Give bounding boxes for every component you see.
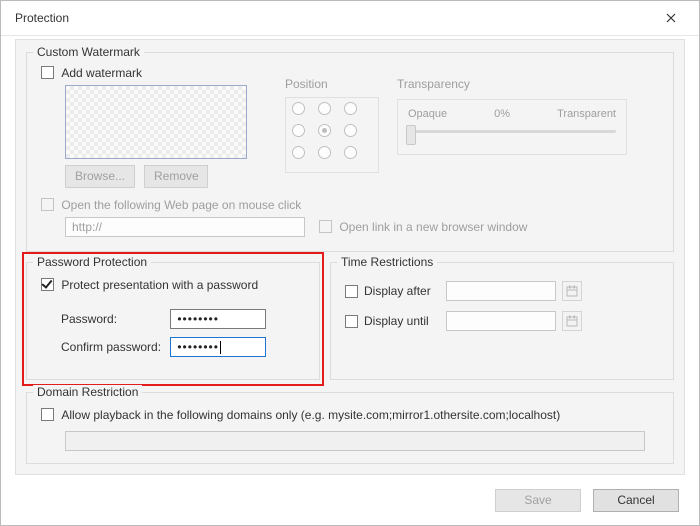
legend-domain: Domain Restriction xyxy=(33,385,142,399)
group-time: Time Restrictions Display after Display … xyxy=(330,262,674,380)
position-radio-mr[interactable] xyxy=(344,124,357,137)
confirm-field-label: Confirm password: xyxy=(61,340,167,354)
dialog-body: Custom Watermark Add watermark Browse...… xyxy=(15,39,685,475)
group-watermark: Custom Watermark Add watermark Browse...… xyxy=(26,52,674,252)
dialog-title: Protection xyxy=(15,11,651,25)
protect-row: Protect presentation with a password xyxy=(41,277,258,292)
transparency-section: Transparency Opaque 0% Transparent xyxy=(397,77,627,155)
position-radio-br[interactable] xyxy=(344,146,357,159)
confirm-password-input[interactable]: •••••••• xyxy=(170,337,266,357)
legend-password: Password Protection xyxy=(33,255,151,269)
position-radio-mc[interactable] xyxy=(318,124,331,137)
calendar-icon xyxy=(566,315,578,327)
add-watermark-checkbox[interactable] xyxy=(41,66,54,79)
legend-time: Time Restrictions xyxy=(337,255,437,269)
protect-checkbox[interactable] xyxy=(41,278,54,291)
position-radio-bc[interactable] xyxy=(318,146,331,159)
password-row: Password: •••••••• xyxy=(61,309,266,329)
save-button[interactable]: Save xyxy=(495,489,581,512)
add-watermark-row: Add watermark xyxy=(41,65,142,80)
position-radio-tl[interactable] xyxy=(292,102,305,115)
display-after-row: Display after xyxy=(345,281,582,301)
browse-button[interactable]: Browse... xyxy=(65,165,135,188)
url-input[interactable]: http:// xyxy=(65,217,305,237)
legend-watermark: Custom Watermark xyxy=(33,45,144,59)
open-new-window-label: Open link in a new browser window xyxy=(339,220,527,234)
transparency-value: 0% xyxy=(494,108,510,120)
position-radio-bl[interactable] xyxy=(292,146,305,159)
transparency-label: Transparency xyxy=(397,77,627,91)
text-caret xyxy=(220,341,221,354)
position-label: Position xyxy=(285,77,395,91)
open-web-label: Open the following Web page on mouse cli… xyxy=(61,198,301,212)
cancel-button[interactable]: Cancel xyxy=(593,489,679,512)
position-section: Position xyxy=(285,77,395,173)
password-input[interactable]: •••••••• xyxy=(170,309,266,329)
transparency-opaque-label: Opaque xyxy=(408,108,447,120)
domain-allow-checkbox[interactable] xyxy=(41,408,54,421)
protect-label: Protect presentation with a password xyxy=(61,278,258,292)
domain-list-input[interactable] xyxy=(65,431,645,451)
position-radio-tr[interactable] xyxy=(344,102,357,115)
watermark-buttons: Browse... Remove xyxy=(65,165,208,188)
dialog-footer: Save Cancel xyxy=(1,475,699,525)
display-until-checkbox[interactable] xyxy=(345,315,358,328)
domain-allow-row: Allow playback in the following domains … xyxy=(41,407,560,422)
display-until-label: Display until xyxy=(364,314,440,328)
watermark-preview xyxy=(65,85,247,159)
close-button[interactable] xyxy=(651,4,691,32)
group-domain: Domain Restriction Allow playback in the… xyxy=(26,392,674,464)
password-field-label: Password: xyxy=(61,312,167,326)
transparency-transparent-label: Transparent xyxy=(557,108,616,120)
protection-dialog: Protection Custom Watermark Add watermar… xyxy=(0,0,700,526)
close-icon xyxy=(666,13,676,23)
group-password: Password Protection Protect presentation… xyxy=(26,262,320,380)
titlebar: Protection xyxy=(1,1,699,36)
display-after-checkbox[interactable] xyxy=(345,285,358,298)
open-web-row: Open the following Web page on mouse cli… xyxy=(41,197,301,212)
calendar-icon xyxy=(566,285,578,297)
open-new-window-row: Open link in a new browser window xyxy=(319,219,527,234)
transparency-slider[interactable] xyxy=(408,130,616,133)
open-web-checkbox[interactable] xyxy=(41,198,54,211)
display-after-input[interactable] xyxy=(446,281,556,301)
transparency-slider-thumb[interactable] xyxy=(406,125,416,145)
display-until-input[interactable] xyxy=(446,311,556,331)
domain-allow-label: Allow playback in the following domains … xyxy=(61,408,560,422)
display-until-row: Display until xyxy=(345,311,582,331)
display-until-calendar-button[interactable] xyxy=(562,311,582,331)
position-grid xyxy=(285,97,379,173)
remove-button[interactable]: Remove xyxy=(144,165,208,188)
position-radio-ml[interactable] xyxy=(292,124,305,137)
display-after-calendar-button[interactable] xyxy=(562,281,582,301)
display-after-label: Display after xyxy=(364,284,440,298)
position-radio-tc[interactable] xyxy=(318,102,331,115)
add-watermark-label: Add watermark xyxy=(61,66,142,80)
confirm-row: Confirm password: •••••••• xyxy=(61,337,266,357)
open-new-window-checkbox[interactable] xyxy=(319,220,332,233)
